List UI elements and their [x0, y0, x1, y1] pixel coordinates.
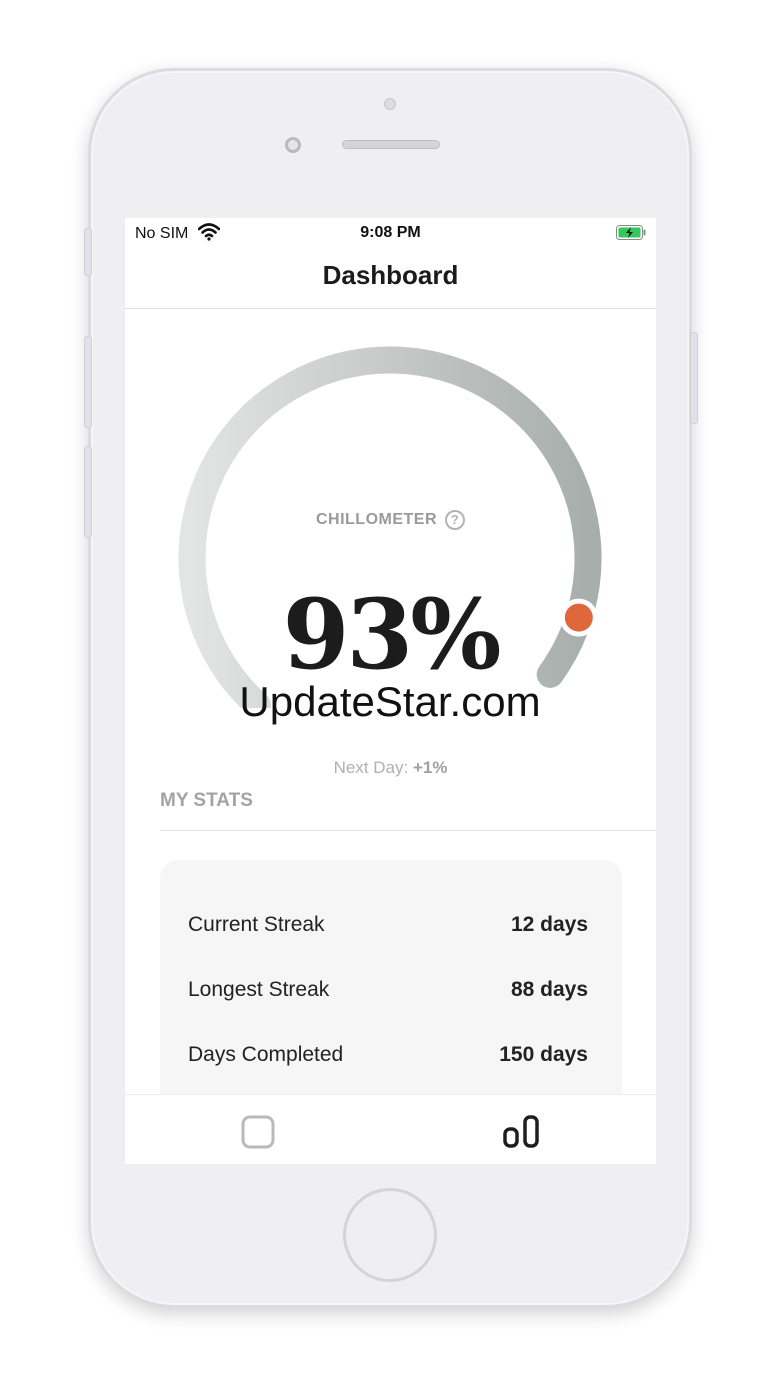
- mute-switch: [84, 228, 92, 276]
- stat-label: Current Streak: [188, 913, 325, 936]
- stats-icon[interactable]: [503, 1115, 543, 1149]
- stat-value: 150 days: [499, 1043, 588, 1066]
- help-icon[interactable]: ?: [445, 510, 466, 530]
- page-title: Dashboard: [322, 260, 459, 290]
- next-day-label: Next Day:: [333, 758, 409, 777]
- proximity-sensor: [285, 137, 301, 153]
- stat-label: Longest Streak: [188, 978, 330, 1001]
- earpiece-speaker: [342, 140, 440, 149]
- stat-value: 88 days: [510, 978, 588, 1001]
- volume-up-button: [84, 336, 92, 428]
- home-button[interactable]: [343, 1188, 437, 1282]
- square-icon[interactable]: [241, 1115, 275, 1149]
- stat-value: 12 days: [510, 913, 588, 936]
- stat-row-longest-streak: Longest Streak 88 days: [188, 978, 588, 1002]
- stat-row-current-streak: Current Streak 12 days: [188, 913, 588, 937]
- next-day-info: Next Day: +1%: [125, 758, 656, 778]
- front-camera: [384, 98, 396, 110]
- next-day-value: +1%: [412, 758, 448, 777]
- status-bar: No SIM 9:08 PM: [125, 218, 656, 248]
- stats-divider: [160, 830, 656, 831]
- volume-down-button: [84, 446, 92, 538]
- stat-label: Days Completed: [188, 1043, 344, 1066]
- status-time: 9:08 PM: [360, 224, 421, 241]
- gauge-label-text: CHILLOMETER: [315, 511, 438, 529]
- battery-charging-icon: [616, 225, 646, 240]
- stat-row-days-completed: Days Completed 150 days: [188, 1043, 588, 1067]
- chillometer-gauge: CHILLOMETER? 93% Next Day: +1%: [125, 308, 656, 777]
- power-button: [690, 332, 698, 424]
- watermark-text: UpdateStar.com: [239, 678, 541, 725]
- tab-bar: [125, 1094, 656, 1164]
- gauge-label: CHILLOMETER?: [125, 510, 656, 530]
- gauge-value: 93%: [282, 578, 502, 691]
- stats-section-title: MY STATS: [160, 790, 253, 811]
